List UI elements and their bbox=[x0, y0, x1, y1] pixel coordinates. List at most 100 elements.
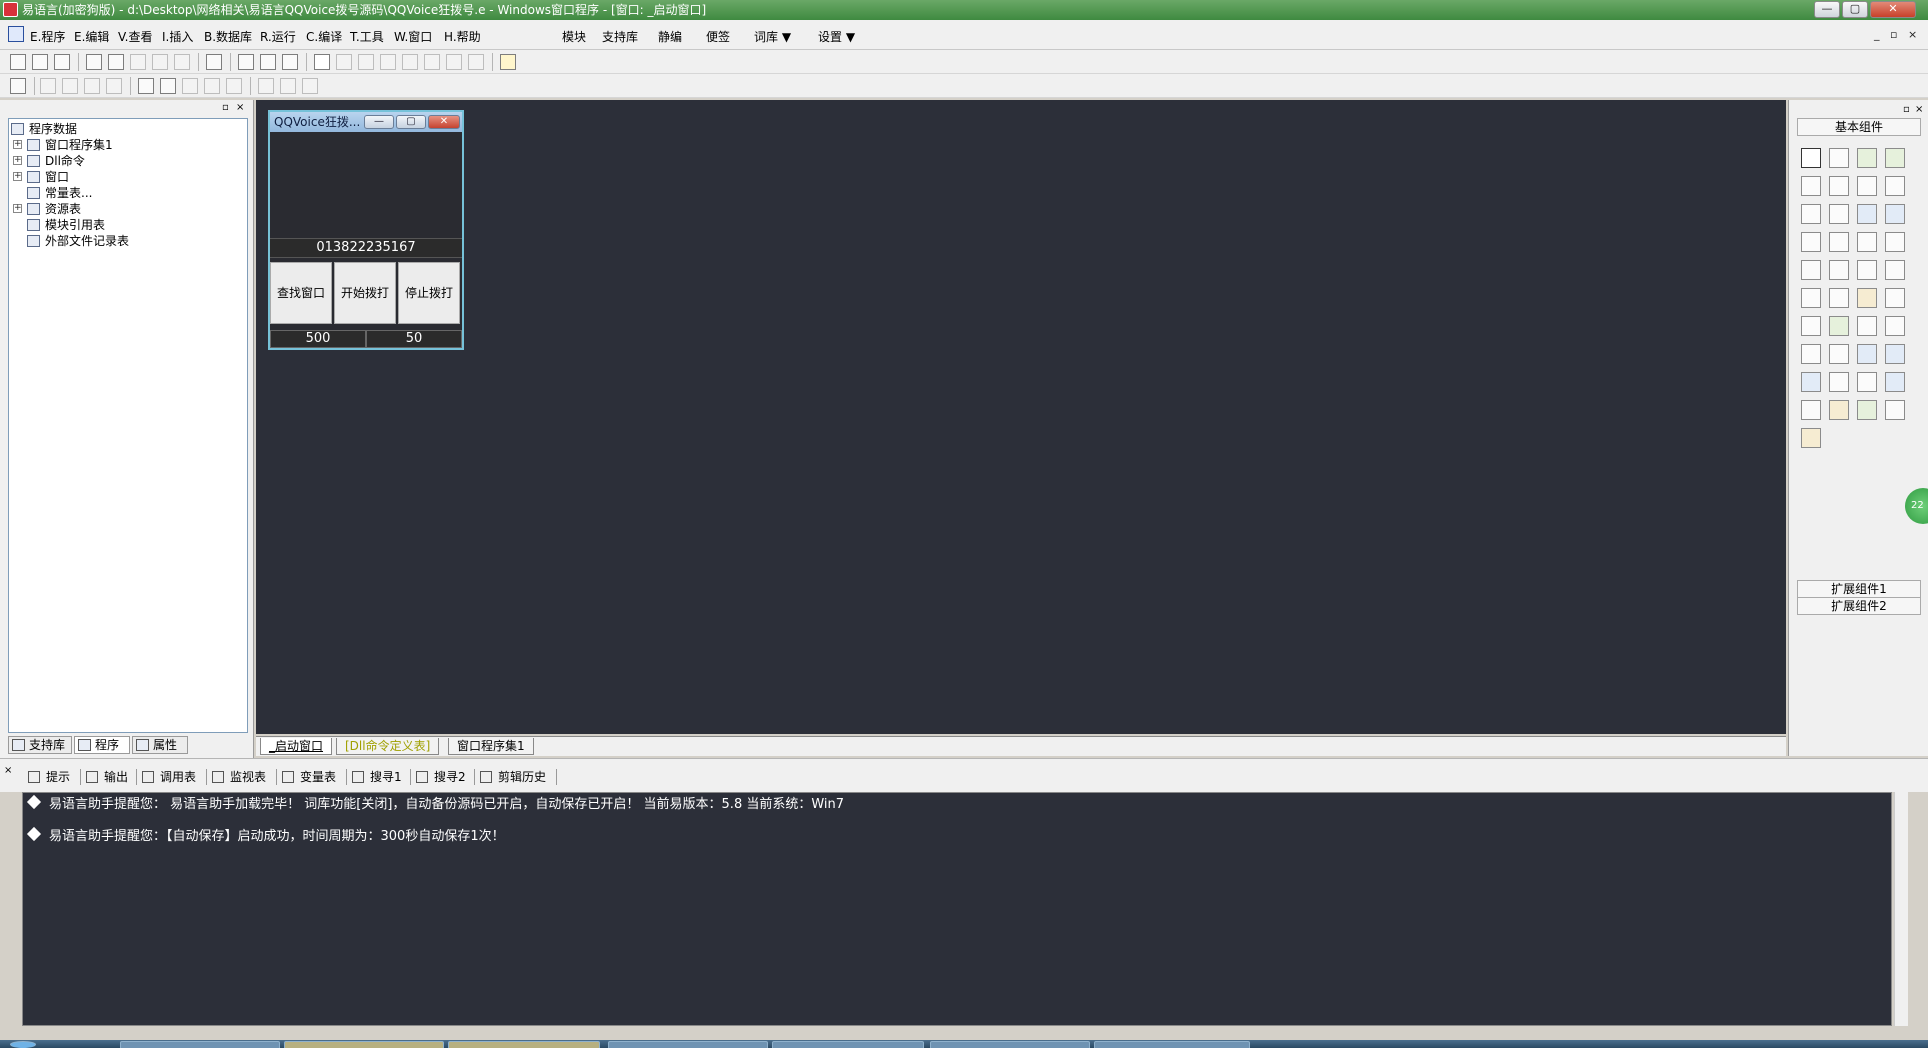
frame-icon[interactable] bbox=[1885, 260, 1905, 280]
designed-form-window[interactable]: QQVoice狂拨... — ▢ ✕ 013822235167 查找窗口 开始拨… bbox=[268, 110, 464, 350]
layout-panel-1-icon[interactable] bbox=[238, 54, 254, 70]
step-2-icon[interactable] bbox=[380, 54, 396, 70]
align-left-icon[interactable] bbox=[40, 78, 56, 94]
component-pin-button[interactable]: ▫ bbox=[1903, 104, 1910, 115]
tab-call-stack[interactable]: 调用表 bbox=[140, 768, 196, 786]
database-tree-icon[interactable] bbox=[1801, 400, 1821, 420]
output-scrollbar[interactable] bbox=[1894, 792, 1908, 1026]
basic-components-title[interactable]: 基本组件 bbox=[1797, 118, 1921, 136]
odbc-icon[interactable] bbox=[1885, 400, 1905, 420]
tab-clip-history[interactable]: 剪辑历史 bbox=[478, 768, 546, 786]
tree-item-external-files[interactable]: 外部文件记录表 bbox=[9, 233, 209, 249]
start-orb-icon[interactable] bbox=[10, 1041, 36, 1048]
splitter-icon[interactable] bbox=[1857, 316, 1877, 336]
horizontal-scroll-icon[interactable] bbox=[1829, 232, 1849, 252]
serial-port-icon[interactable] bbox=[1829, 372, 1849, 392]
mdi-minimize-button[interactable]: _ bbox=[1874, 28, 1880, 41]
tab-search-2[interactable]: 搜寻2 bbox=[414, 768, 466, 786]
tree-item-module-refs[interactable]: 模块引用表 bbox=[9, 217, 209, 233]
interval-field-1[interactable]: 500 bbox=[270, 330, 366, 348]
space-horizontal-icon[interactable] bbox=[182, 78, 198, 94]
expand-toggle[interactable]: + bbox=[13, 172, 22, 181]
timer-icon[interactable] bbox=[1801, 344, 1821, 364]
menu-insert[interactable]: I.插入 bbox=[162, 28, 193, 45]
label-icon[interactable] bbox=[1829, 148, 1849, 168]
spinner-icon[interactable] bbox=[1857, 260, 1877, 280]
tab-dll-definitions[interactable]: [Dll命令定义表] bbox=[336, 738, 440, 755]
menu-help[interactable]: H.帮助 bbox=[444, 28, 481, 45]
database-provider-icon[interactable] bbox=[1829, 400, 1849, 420]
menu-run[interactable]: R.运行 bbox=[260, 28, 296, 45]
tab-properties[interactable]: 属性 bbox=[132, 736, 188, 754]
maximize-button[interactable]: ▢ bbox=[1842, 1, 1868, 18]
folder-icon[interactable] bbox=[1857, 288, 1877, 308]
document-view-icon[interactable] bbox=[1885, 288, 1905, 308]
odbc-database-icon[interactable] bbox=[1801, 428, 1821, 448]
network-server-icon[interactable] bbox=[1885, 344, 1905, 364]
form-designer[interactable]: QQVoice狂拨... — ▢ ✕ 013822235167 查找窗口 开始拨… bbox=[256, 100, 1786, 734]
step-5-icon[interactable] bbox=[446, 54, 462, 70]
menu-support-lib[interactable]: 支持库 bbox=[602, 28, 638, 45]
picture-icon[interactable] bbox=[1857, 148, 1877, 168]
menu-edit[interactable]: E.编辑 bbox=[74, 28, 109, 45]
text-icon[interactable] bbox=[1857, 176, 1877, 196]
menu-database[interactable]: B.数据库 bbox=[204, 28, 252, 45]
find-window-button[interactable]: 查找窗口 bbox=[270, 262, 332, 324]
tree-item-program-set[interactable]: + 窗口程序集1 bbox=[9, 137, 209, 153]
menu-program[interactable]: E.程序 bbox=[30, 28, 65, 45]
extension-components-2[interactable]: 扩展组件2 bbox=[1797, 597, 1921, 615]
align-top-icon[interactable] bbox=[84, 78, 100, 94]
globe-icon[interactable] bbox=[1829, 316, 1849, 336]
menu-dictionary[interactable]: 词库 ▼ bbox=[754, 28, 791, 45]
output-console[interactable]: 易语言助手提醒您： 易语言助手加载完毕！ 词库功能[关闭]，自动备份源码已开启，… bbox=[22, 792, 1892, 1026]
cut-icon[interactable] bbox=[86, 54, 102, 70]
minimize-button[interactable]: — bbox=[1814, 1, 1840, 18]
same-width-icon[interactable] bbox=[258, 78, 274, 94]
taskbar-button-4[interactable] bbox=[608, 1041, 768, 1048]
output-close-icon[interactable]: × bbox=[4, 765, 12, 776]
tab-program[interactable]: 程序 bbox=[74, 736, 130, 754]
printer-icon[interactable] bbox=[1829, 344, 1849, 364]
tab-watch[interactable]: 监视表 bbox=[210, 768, 266, 786]
close-button[interactable]: ✕ bbox=[1870, 1, 1916, 18]
same-height-icon[interactable] bbox=[280, 78, 296, 94]
tree-item-windows[interactable]: + 窗口 bbox=[9, 169, 209, 185]
panel-icon[interactable] bbox=[1885, 316, 1905, 336]
taskbar-button-2[interactable] bbox=[284, 1041, 444, 1048]
phone-number-field[interactable]: 013822235167 bbox=[270, 238, 462, 258]
expand-toggle[interactable]: + bbox=[13, 156, 22, 165]
save-icon[interactable] bbox=[54, 54, 70, 70]
interval-field-2[interactable]: 50 bbox=[366, 330, 462, 348]
progress-icon[interactable] bbox=[1885, 232, 1905, 252]
panel-pin-button[interactable]: ▫ bbox=[222, 102, 229, 113]
shape-icon[interactable] bbox=[1885, 148, 1905, 168]
find-icon[interactable] bbox=[206, 54, 222, 70]
undo-icon[interactable] bbox=[174, 54, 190, 70]
line-icon[interactable] bbox=[1885, 176, 1905, 196]
tree-item-root[interactable]: 程序数据 bbox=[9, 121, 209, 137]
form-minimize-button[interactable]: — bbox=[364, 115, 394, 129]
combo-box-icon[interactable] bbox=[1857, 204, 1877, 224]
hand-icon[interactable] bbox=[468, 54, 484, 70]
tab-support-lib[interactable]: 支持库 bbox=[8, 736, 72, 754]
menu-view[interactable]: V.查看 bbox=[118, 28, 152, 45]
stop-dial-button[interactable]: 停止拨打 bbox=[398, 262, 460, 324]
edit-box-icon[interactable] bbox=[1801, 176, 1821, 196]
space-between-icon[interactable] bbox=[204, 78, 220, 94]
network-host-icon[interactable] bbox=[1801, 372, 1821, 392]
tab-output[interactable]: 输出 bbox=[84, 768, 128, 786]
taskbar-button-3[interactable] bbox=[448, 1041, 600, 1048]
calendar-icon[interactable] bbox=[1801, 316, 1821, 336]
taskbar-button-6[interactable] bbox=[930, 1041, 1090, 1048]
expand-toggle[interactable]: + bbox=[13, 204, 22, 213]
radio-icon[interactable] bbox=[1829, 204, 1849, 224]
menu-module[interactable]: 模块 bbox=[562, 28, 586, 45]
copy-icon[interactable] bbox=[108, 54, 124, 70]
tab-search-1[interactable]: 搜寻1 bbox=[350, 768, 402, 786]
network-client-icon[interactable] bbox=[1857, 344, 1877, 364]
expand-toggle[interactable]: + bbox=[13, 140, 22, 149]
open-folder-icon[interactable] bbox=[32, 54, 48, 70]
taskbar-button-5[interactable] bbox=[772, 1041, 924, 1048]
window-frame-icon[interactable] bbox=[1857, 372, 1877, 392]
checkbox-icon[interactable] bbox=[1801, 204, 1821, 224]
